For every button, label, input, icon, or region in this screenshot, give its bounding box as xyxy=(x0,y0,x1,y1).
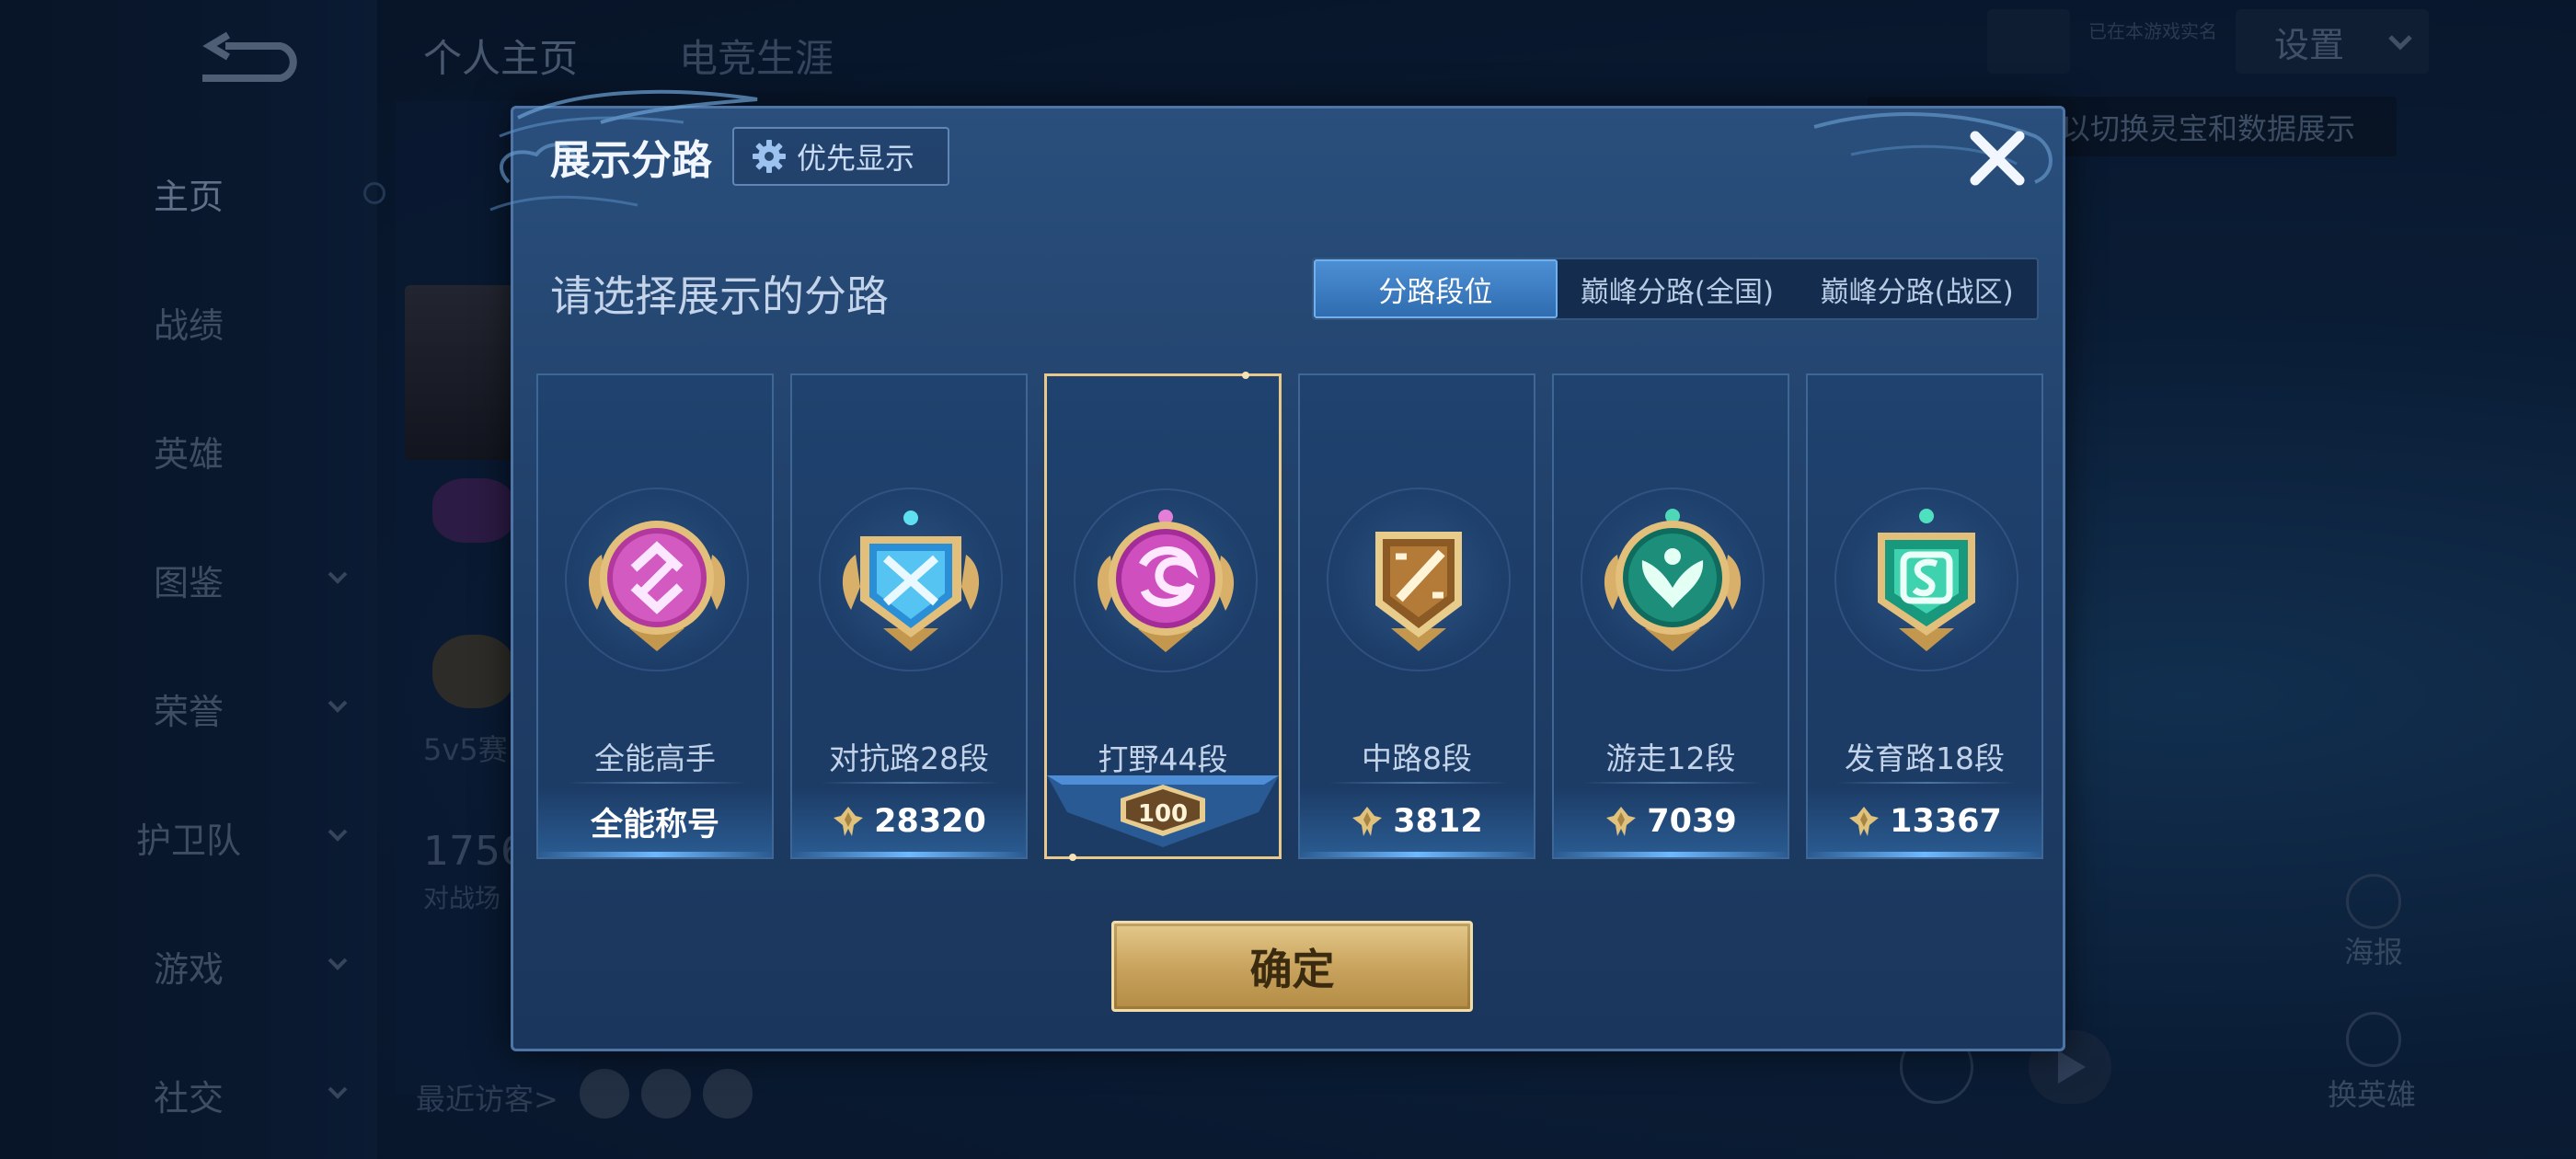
rank-points: 28320 xyxy=(874,803,986,840)
tab-peak-lane-national[interactable]: 巅峰分路(全国) xyxy=(1558,259,1798,318)
footer-glow xyxy=(1554,852,1788,857)
all-round-emblem-icon xyxy=(588,521,726,651)
rank-points: 13367 xyxy=(1890,803,2002,840)
lane-card-footer: 13367 xyxy=(1808,786,2041,857)
footer-glow xyxy=(538,852,772,857)
confirm-button[interactable]: 确定 xyxy=(1111,921,1473,1012)
rank-points-icon xyxy=(834,807,864,836)
rank-points-icon xyxy=(1849,807,1880,836)
lane-card-footer: 全能称号 xyxy=(538,786,772,857)
selection-corner xyxy=(1242,372,1249,379)
gear-icon xyxy=(753,140,786,173)
divider xyxy=(1835,782,2018,784)
lane-card-mid[interactable]: 中路8段 3812 xyxy=(1298,373,1535,859)
footer-glow xyxy=(1808,852,2041,857)
lane-name: 游走12段 xyxy=(1605,740,1736,776)
tab-lane-rank[interactable]: 分路段位 xyxy=(1314,259,1558,318)
close-icon[interactable] xyxy=(1964,125,2030,191)
farm-lane-emblem-icon xyxy=(1878,509,1975,651)
lane-card-footer: 28320 xyxy=(792,786,1026,857)
clash-lane-emblem-icon xyxy=(842,511,980,651)
rank-points: 7039 xyxy=(1647,803,1737,840)
lane-card-jungle[interactable]: 打野44段 100 xyxy=(1044,372,1282,861)
roam-emblem-icon xyxy=(1604,509,1742,651)
lane-name: 全能高手 xyxy=(594,740,716,776)
rank-points-icon xyxy=(1352,807,1383,836)
mid-lane-emblem-icon xyxy=(1375,532,1462,651)
rank-points: 3812 xyxy=(1393,803,1483,840)
lane-name: 发育路18段 xyxy=(1845,740,2005,776)
divider xyxy=(1328,782,1510,784)
divider xyxy=(820,782,1002,784)
lane-card-footer: 7039 xyxy=(1554,786,1788,857)
lane-card-farm[interactable]: 发育路18段 13367 xyxy=(1806,373,2043,859)
lane-name: 打野44段 xyxy=(1098,741,1228,777)
rank-points-icon xyxy=(1606,807,1637,836)
lane-card-list: 全能高手 全能称号 对抗路28段 28320 打野44段 100 中路8段 38… xyxy=(536,372,2045,861)
dialog-title: 展示分路 xyxy=(550,137,712,184)
priority-display-button[interactable]: 优先显示 xyxy=(732,127,949,186)
footer-glow xyxy=(1300,852,1534,857)
star-count: 100 xyxy=(1137,800,1189,828)
lane-card-all-round[interactable]: 全能高手 全能称号 xyxy=(536,373,774,859)
lane-name: 中路8段 xyxy=(1362,740,1472,776)
lane-card-roam[interactable]: 游走12段 7039 xyxy=(1552,373,1789,859)
lane-card-clash[interactable]: 对抗路28段 28320 xyxy=(790,373,1028,859)
lane-card-footer: 3812 xyxy=(1300,786,1534,857)
cloud-ornament xyxy=(1813,112,2053,184)
tab-peak-lane-region[interactable]: 巅峰分路(战区) xyxy=(1797,259,2037,318)
section-title: 请选择展示的分路 xyxy=(550,271,889,321)
lane-name: 对抗路28段 xyxy=(829,740,989,776)
lane-type-tabs: 分路段位 巅峰分路(全国) 巅峰分路(战区) xyxy=(1312,258,2039,320)
lane-title-label: 全能称号 xyxy=(590,806,719,843)
jungle-emblem-icon xyxy=(1097,510,1235,652)
footer-glow xyxy=(792,852,1026,857)
divider xyxy=(1581,782,1764,784)
priority-display-label: 优先显示 xyxy=(797,141,915,176)
display-lane-dialog: 展示分路 优先显示 请选择展示的分路 分路段位 巅峰分路(全国) 巅峰分路(战区… xyxy=(489,89,2065,1051)
divider xyxy=(566,782,748,784)
